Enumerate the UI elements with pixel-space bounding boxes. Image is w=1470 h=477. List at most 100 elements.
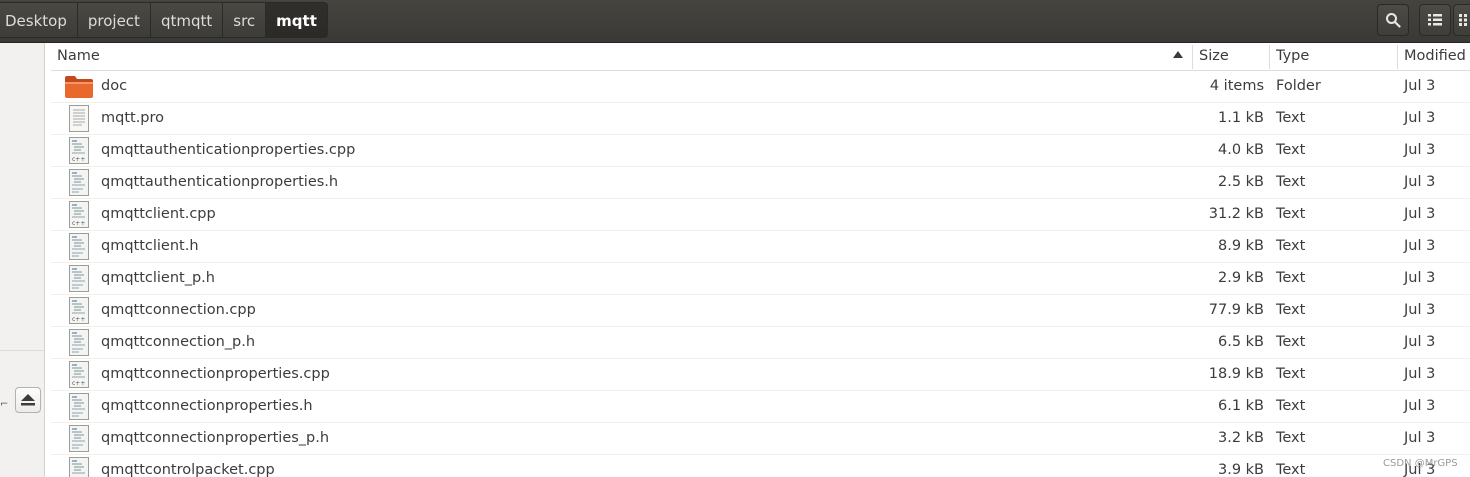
file-name: qmqttauthenticationproperties.h bbox=[101, 174, 339, 190]
file-name: qmqttcontrolpacket.cpp bbox=[101, 462, 275, 477]
file-type: Text bbox=[1276, 366, 1306, 382]
file-modified: Jul 3 bbox=[1404, 238, 1436, 254]
file-row[interactable]: qmqttconnectionproperties.h 6.1 kB Text Jul… bbox=[51, 390, 1470, 423]
sidebar-divider bbox=[0, 350, 44, 351]
file-size: 2.5 kB bbox=[1217, 174, 1264, 190]
eject-icon bbox=[21, 394, 35, 406]
header-file-icon bbox=[64, 233, 94, 260]
header-file-icon bbox=[64, 265, 94, 292]
file-size: 6.5 kB bbox=[1217, 334, 1264, 350]
header-file-icon bbox=[64, 169, 94, 196]
file-name: qmqttclient.cpp bbox=[101, 206, 216, 222]
sidebar: ⌐ bbox=[0, 43, 45, 477]
column-type[interactable]: Type bbox=[1276, 43, 1309, 70]
file-row[interactable]: qmqttconnection_p.h 6.5 kB Text Jul 3 bbox=[51, 326, 1470, 359]
file-size: 2.9 kB bbox=[1217, 270, 1264, 286]
file-modified: Jul 3 bbox=[1404, 142, 1436, 158]
header-bar: Desktop project qtmqtt src mqtt bbox=[0, 0, 1470, 43]
file-size: 8.9 kB bbox=[1217, 238, 1264, 254]
cpp-source-icon: c++ bbox=[64, 297, 94, 324]
file-modified: Jul 3 bbox=[1404, 174, 1436, 190]
file-row[interactable]: mqtt.pro 1.1 kB Text Jul 3 bbox=[51, 102, 1470, 135]
column-modified[interactable]: Modified bbox=[1404, 43, 1466, 70]
file-modified: Jul 3 bbox=[1404, 206, 1436, 222]
breadcrumb-project[interactable]: project bbox=[77, 2, 151, 38]
file-row[interactable]: c++ qmqttauthenticationproperties.cpp 4.0 … bbox=[51, 134, 1470, 167]
svg-text:c++: c++ bbox=[72, 220, 85, 227]
file-row[interactable]: c++qmqttcontrolpacket.cpp3.9 kBTextJul 3 bbox=[51, 454, 1470, 477]
file-modified: Jul 3 bbox=[1404, 78, 1436, 94]
text-file-icon bbox=[64, 105, 94, 132]
file-modified: Jul 3 bbox=[1404, 398, 1436, 414]
view-options-button[interactable] bbox=[1453, 4, 1470, 36]
file-size: 1.1 kB bbox=[1217, 110, 1264, 126]
file-name: mqtt.pro bbox=[101, 110, 165, 126]
search-button[interactable] bbox=[1377, 4, 1409, 36]
file-type: Text bbox=[1276, 174, 1306, 190]
header-file-icon bbox=[64, 393, 94, 420]
file-name: qmqttconnectionproperties.h bbox=[101, 398, 313, 414]
file-type: Folder bbox=[1276, 78, 1321, 94]
cpp-source-icon: c++ bbox=[64, 361, 94, 388]
breadcrumb-qtmqtt[interactable]: qtmqtt bbox=[150, 2, 224, 38]
file-type: Text bbox=[1276, 238, 1306, 254]
cpp-source-icon: c++ bbox=[64, 457, 94, 477]
header-file-icon bbox=[64, 329, 94, 356]
file-name: doc bbox=[101, 78, 128, 94]
file-row[interactable]: qmqttclient.h 8.9 kB Text Jul 3 bbox=[51, 230, 1470, 263]
file-size: 77.9 kB bbox=[1208, 302, 1264, 318]
file-modified: Jul 3 bbox=[1404, 430, 1436, 446]
file-name: qmqttconnectionproperties.cpp bbox=[101, 366, 330, 382]
file-row[interactable]: qmqttconnectionproperties_p.h 3.2 kB Text J… bbox=[51, 422, 1470, 455]
breadcrumb-src[interactable]: src bbox=[223, 2, 267, 38]
file-type: Text bbox=[1276, 398, 1306, 414]
list-view-icon bbox=[1428, 14, 1442, 26]
file-row[interactable]: qmqttauthenticationproperties.h 2.5 kB Tex… bbox=[51, 166, 1470, 199]
column-divider bbox=[1192, 45, 1193, 69]
file-type: Text bbox=[1276, 430, 1306, 446]
file-size: 18.9 kB bbox=[1208, 366, 1264, 382]
svg-text:c++: c++ bbox=[72, 316, 85, 323]
svg-text:c++: c++ bbox=[72, 156, 85, 163]
file-type: Text bbox=[1276, 206, 1306, 222]
file-modified: Jul 3 bbox=[1404, 302, 1436, 318]
file-list: Name Size Type Modified doc 4 items Folder… bbox=[51, 43, 1470, 477]
file-name: qmqttclient_p.h bbox=[101, 270, 215, 286]
file-name: qmqttauthenticationproperties.cpp bbox=[101, 142, 356, 158]
file-name: qmqttconnectionproperties_p.h bbox=[101, 430, 330, 446]
sidebar-cut-label: ⌐ bbox=[0, 399, 9, 410]
file-type: Text bbox=[1276, 110, 1306, 126]
file-row[interactable]: c++ qmqttconnectionproperties.cpp 18.9 kB T… bbox=[51, 358, 1470, 391]
breadcrumb-desktop[interactable]: Desktop bbox=[0, 2, 78, 38]
search-icon bbox=[1386, 13, 1401, 28]
sort-ascending-icon[interactable] bbox=[1173, 51, 1183, 58]
file-name: qmqttclient.h bbox=[101, 238, 199, 254]
column-name[interactable]: Name bbox=[57, 43, 100, 70]
file-row[interactable]: c++ qmqttconnection.cpp 77.9 kB Text Jul 3 bbox=[51, 294, 1470, 327]
file-modified: Jul 3 bbox=[1404, 110, 1436, 126]
file-type: Text bbox=[1276, 462, 1306, 477]
file-type: Text bbox=[1276, 302, 1306, 318]
file-type: Text bbox=[1276, 334, 1306, 350]
file-row[interactable]: c++ qmqttclient.cpp 31.2 kB Text Jul 3 bbox=[51, 198, 1470, 231]
file-size: 31.2 kB bbox=[1208, 206, 1264, 222]
eject-button[interactable] bbox=[15, 387, 41, 413]
file-size: 3.2 kB bbox=[1217, 430, 1264, 446]
cpp-source-icon: c++ bbox=[64, 137, 94, 164]
column-divider bbox=[1269, 45, 1270, 69]
grid-menu-icon bbox=[1459, 14, 1467, 26]
file-name: qmqttconnection_p.h bbox=[101, 334, 256, 350]
svg-text:c++: c++ bbox=[72, 380, 85, 387]
header-file-icon bbox=[64, 425, 94, 452]
file-modified: Jul 3 bbox=[1404, 270, 1436, 286]
file-name: qmqttconnection.cpp bbox=[101, 302, 256, 318]
file-row[interactable]: qmqttclient_p.h 2.9 kB Text Jul 3 bbox=[51, 262, 1470, 295]
file-row[interactable]: doc 4 items Folder Jul 3 bbox=[51, 70, 1470, 103]
file-modified: Jul 3 bbox=[1404, 334, 1436, 350]
file-size: 3.9 kB bbox=[1217, 462, 1264, 477]
breadcrumb-mqtt[interactable]: mqtt bbox=[266, 2, 328, 38]
file-size: 4.0 kB bbox=[1217, 142, 1264, 158]
list-view-button[interactable] bbox=[1419, 4, 1451, 36]
column-divider bbox=[1397, 45, 1398, 69]
column-size[interactable]: Size bbox=[1199, 43, 1229, 70]
